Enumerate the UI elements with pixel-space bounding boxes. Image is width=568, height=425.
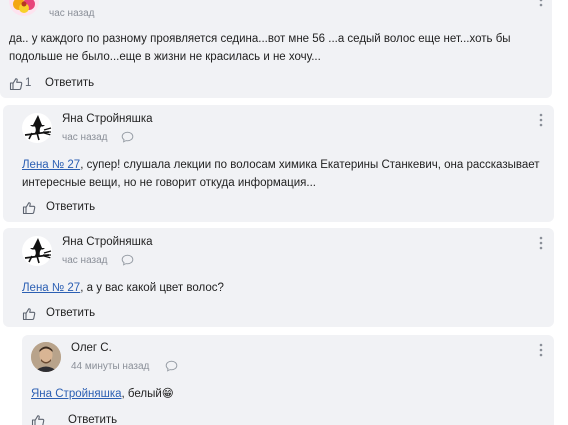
reply-button[interactable]: Ответить xyxy=(46,307,95,319)
comment-text-line: подольше не было...еще в жизни не красил… xyxy=(9,51,321,63)
comment-text: Лена № 27, супер! слушала лекции по воло… xyxy=(22,156,540,192)
comment-text: да.. у каждого по разному проявляется се… xyxy=(9,30,511,66)
like-icon[interactable] xyxy=(31,414,45,425)
comment-time: час назад xyxy=(49,8,95,19)
mention-link[interactable]: Лена № 27 xyxy=(22,282,80,294)
witch-avatar-icon xyxy=(24,238,52,264)
avatar[interactable] xyxy=(22,113,52,143)
comment-text-line: , а у вас какой цвет волос? xyxy=(80,282,224,294)
more-options-icon[interactable] xyxy=(534,342,548,358)
like-icon[interactable] xyxy=(22,201,36,215)
comment-text-line: интересные вещи, но не говорит откуда ин… xyxy=(22,177,316,189)
comment-text-line: , белый xyxy=(121,388,162,400)
author-name[interactable]: Олег С. xyxy=(71,342,112,354)
comments-feed: час назад да.. у каждого по разному проя… xyxy=(0,0,568,425)
witch-avatar-icon xyxy=(24,115,52,141)
comment-bubble-icon[interactable] xyxy=(165,360,178,372)
mention-link[interactable]: Яна Стройняшка xyxy=(31,388,122,400)
more-options-icon[interactable] xyxy=(534,0,548,8)
like-icon[interactable] xyxy=(22,307,36,321)
comment-text: Лена № 27, а у вас какой цвет волос? xyxy=(22,279,224,297)
avatar[interactable] xyxy=(31,342,61,372)
comment-time: час назад xyxy=(62,132,108,143)
comment-time: 44 минуты назад xyxy=(71,361,150,372)
more-options-icon[interactable] xyxy=(534,235,548,251)
comment-bubble-icon[interactable] xyxy=(121,131,134,143)
like-icon[interactable] xyxy=(9,77,23,91)
comment-bubble-icon[interactable] xyxy=(121,254,134,266)
comment-text: Яна Стройняшка, белый😁 xyxy=(31,385,174,403)
reply-button[interactable]: Ответить xyxy=(68,414,117,425)
comment-text-line: да.. у каждого по разному проявляется се… xyxy=(9,33,511,45)
author-name[interactable]: Яна Стройняшка xyxy=(62,113,153,125)
more-options-icon[interactable] xyxy=(534,112,548,128)
author-name[interactable]: Яна Стройняшка xyxy=(62,236,153,248)
comment-time: час назад xyxy=(62,255,108,266)
grin-emoji: 😁 xyxy=(161,388,174,400)
like-count: 1 xyxy=(25,77,32,89)
avatar[interactable] xyxy=(22,236,52,266)
mention-link[interactable]: Лена № 27 xyxy=(22,159,80,171)
reply-button[interactable]: Ответить xyxy=(45,77,94,89)
user-photo-avatar-icon xyxy=(31,342,61,372)
comment-text-line: , супер! слушала лекции по волосам химик… xyxy=(80,159,540,171)
reply-button[interactable]: Ответить xyxy=(46,201,95,213)
